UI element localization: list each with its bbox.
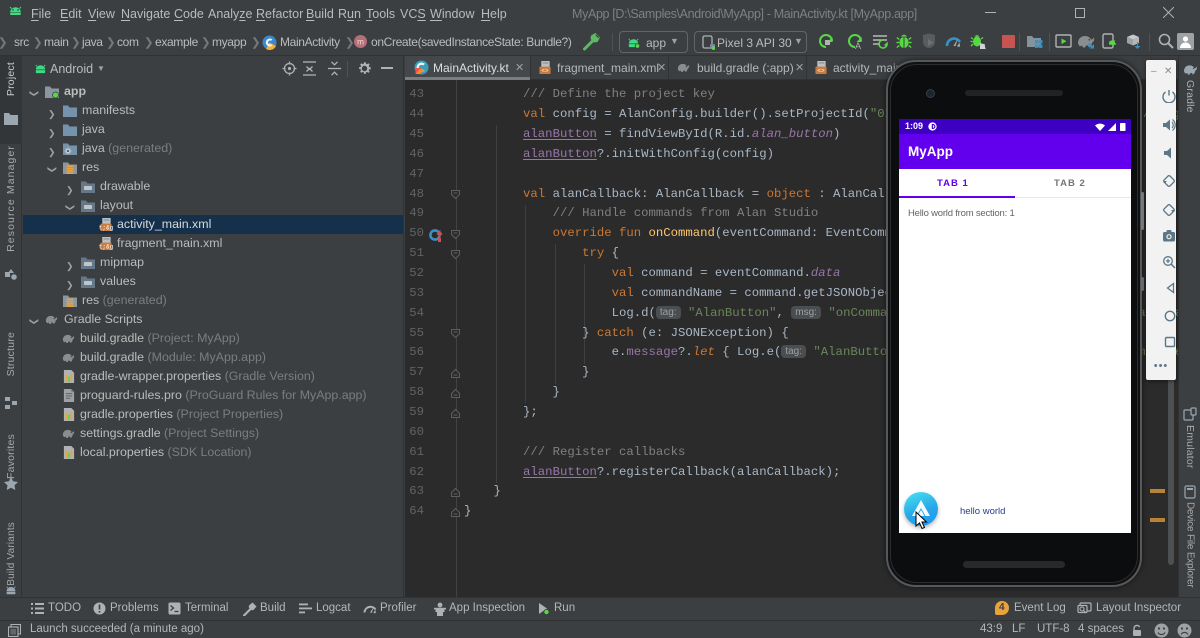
- svg-text:<>: <>: [817, 68, 825, 74]
- svg-text:A: A: [855, 41, 861, 50]
- svg-text:&lt;&gt;: &lt;&gt;: [99, 244, 113, 250]
- svg-text:<>: <>: [541, 68, 549, 74]
- svg-text:&lt;&gt;: &lt;&gt;: [99, 225, 113, 231]
- svg-text:m: m: [357, 38, 364, 47]
